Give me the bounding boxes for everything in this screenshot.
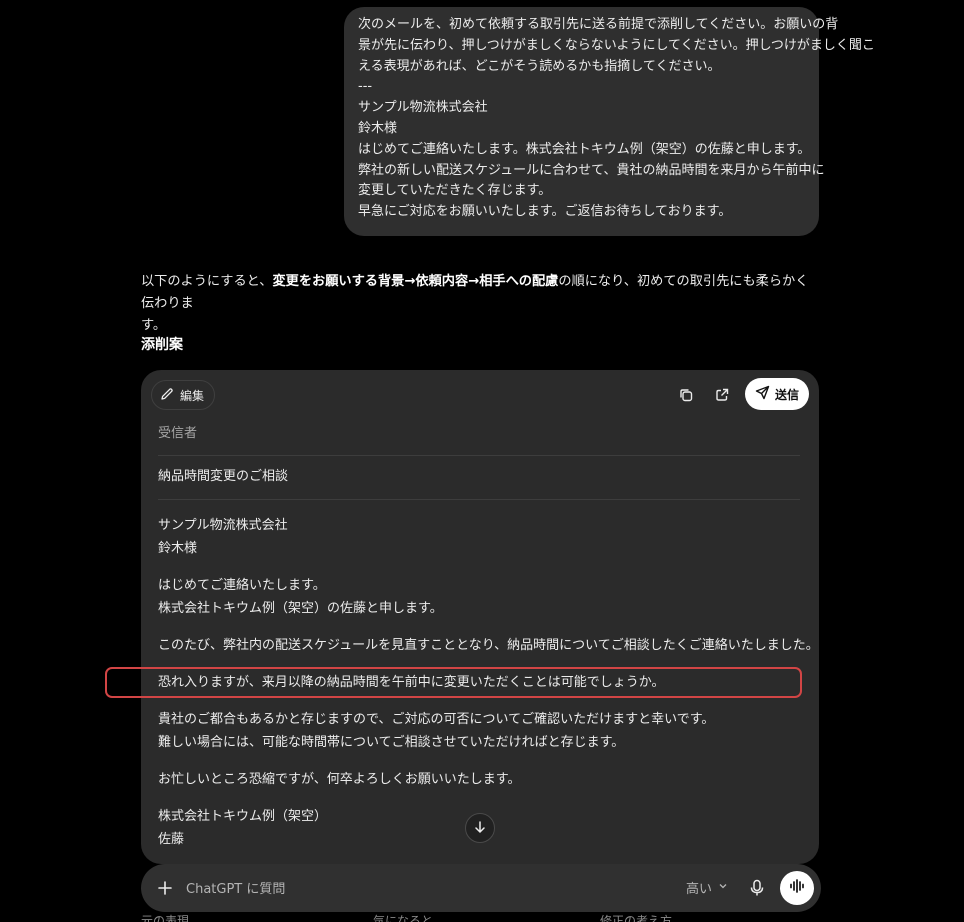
body-line: 難しい場合には、可能な時間帯についてご相談させていただければと存じます。 <box>158 735 625 750</box>
model-selector[interactable]: 高い <box>686 878 728 897</box>
intro-bold: 変更をお願いする背景→依頼内容→相手への配慮 <box>272 274 559 289</box>
body-line: 貴社のご都合もあるかと存じますので、ご対応の可否についてご確認いただけますと幸い… <box>158 712 715 727</box>
highlight-annotation <box>105 667 802 698</box>
user-message-line: 景が先に伝わり、押しつけがましくならないようにしてください。押しつけがましく聞こ <box>358 37 875 53</box>
send-label: 送信 <box>774 387 799 402</box>
copy-icon[interactable] <box>674 383 698 407</box>
waveform-icon <box>789 878 805 898</box>
body-line: お忙しいところ恐縮ですが、何卒よろしくお願いいたします。 <box>158 772 521 787</box>
assistant-intro: 以下のようにすると、変更をお願いする背景→依頼内容→相手への配慮の順になり、初め… <box>141 271 821 337</box>
user-message-line: 変更していただきたく存じます。 <box>358 183 552 199</box>
scroll-down-button[interactable] <box>465 813 495 843</box>
microphone-icon[interactable] <box>745 876 769 900</box>
divider <box>158 455 800 456</box>
body-line: サンプル物流株式会社 <box>158 518 288 533</box>
cut-off-text: 元の表現 <box>141 914 190 922</box>
user-message-bubble: 次のメールを、初めて依頼する取引先に送る前提で添削してください。お願いの背 景が… <box>344 7 875 236</box>
send-button[interactable]: 送信 <box>745 378 809 410</box>
body-line: このたび、弊社内の配送スケジュールを見直すこととなり、納品時間についてご相談した… <box>158 638 819 653</box>
body-line: はじめてご連絡いたします。 <box>158 578 326 593</box>
user-message-line: 早急にご対応をお願いいたします。ご返信お待ちしております。 <box>358 204 732 220</box>
user-message-line: --- <box>358 79 373 95</box>
section-title: 添削案 <box>141 337 183 353</box>
intro-prefix: 以下のようにすると、 <box>141 274 273 289</box>
arrow-down-icon <box>473 819 487 838</box>
plus-icon[interactable] <box>153 876 177 900</box>
cut-off-text: 気になると <box>373 914 434 922</box>
pencil-icon <box>160 387 174 404</box>
intro-line2: す。 <box>141 318 167 333</box>
email-draft-card: 編集 送信 受信者 納品時間変更のご相談 サンプル物流株式会社 鈴木様 はじめて… <box>141 370 819 864</box>
model-label: 高い <box>686 882 713 897</box>
cut-off-text: 修正の考え方 <box>600 914 673 922</box>
body-line: 株式会社トキウム例（架空）の佐藤と申します。 <box>158 601 443 616</box>
open-external-icon[interactable] <box>710 383 734 407</box>
user-message-line: はじめてご連絡いたします。株式会社トキウム例（架空）の佐藤と申します。 <box>358 141 811 157</box>
chat-composer[interactable]: ChatGPT に質問 高い <box>141 864 821 912</box>
divider <box>158 499 800 500</box>
chat-input[interactable]: ChatGPT に質問 <box>186 878 285 897</box>
user-message-line: 弊社の新しい配送スケジュールに合わせて、貴社の納品時間を来月から午前中に <box>358 162 825 178</box>
edit-label: 編集 <box>180 388 205 403</box>
recipient-field[interactable]: 受信者 <box>158 424 800 444</box>
subject-field[interactable]: 納品時間変更のご相談 <box>158 467 800 487</box>
user-message-line: 鈴木様 <box>358 120 398 136</box>
chevron-down-icon <box>718 880 728 895</box>
user-message-line: サンプル物流株式会社 <box>358 100 488 116</box>
user-message-line: える表現があれば、どこがそう読めるかも指摘してください。 <box>358 58 721 74</box>
voice-mode-button[interactable] <box>780 871 814 905</box>
body-line: 鈴木様 <box>158 541 198 556</box>
edit-button[interactable]: 編集 <box>151 380 216 410</box>
user-message-line: 次のメールを、初めて依頼する取引先に送る前提で添削してください。お願いの背 <box>358 17 839 32</box>
send-icon <box>755 385 770 403</box>
